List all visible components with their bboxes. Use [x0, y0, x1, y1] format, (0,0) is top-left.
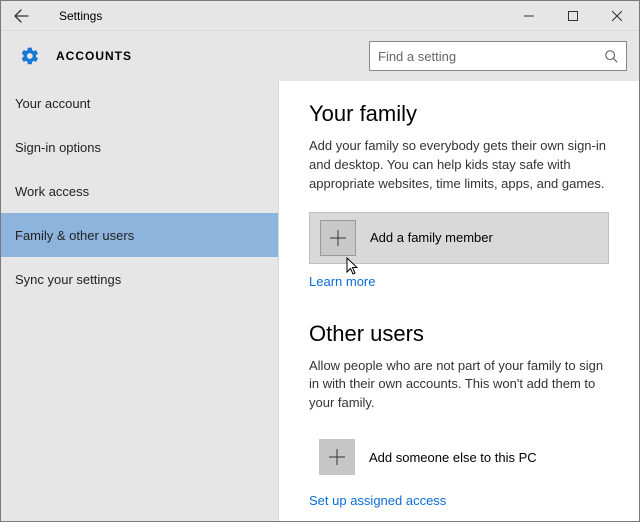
main-panel[interactable]: Your family Add your family so everybody… [279, 81, 639, 521]
settings-gear-icon [19, 45, 41, 67]
maximize-icon [568, 11, 578, 21]
close-icon [612, 11, 622, 21]
other-users-description: Allow people who are not part of your fa… [309, 357, 609, 414]
section-header-title: ACCOUNTS [56, 49, 132, 63]
sidebar-item-sync-settings[interactable]: Sync your settings [1, 257, 278, 301]
sidebar-item-label: Sync your settings [15, 272, 121, 287]
family-title: Your family [309, 101, 609, 127]
family-description: Add your family so everybody gets their … [309, 137, 609, 194]
sidebar: Your account Sign-in options Work access… [1, 81, 279, 521]
close-button[interactable] [595, 1, 639, 30]
sidebar-item-label: Family & other users [15, 228, 134, 243]
sidebar-item-family-other-users[interactable]: Family & other users [1, 213, 278, 257]
search-box[interactable] [369, 41, 627, 71]
back-button[interactable] [9, 4, 33, 28]
sidebar-item-work-access[interactable]: Work access [1, 169, 278, 213]
sidebar-item-your-account[interactable]: Your account [1, 81, 278, 125]
maximize-button[interactable] [551, 1, 595, 30]
plus-icon [320, 220, 356, 256]
window-controls [507, 1, 639, 30]
add-family-label: Add a family member [370, 230, 493, 245]
sidebar-item-signin-options[interactable]: Sign-in options [1, 125, 278, 169]
other-users-title: Other users [309, 321, 609, 347]
sidebar-item-label: Work access [15, 184, 89, 199]
settings-window: Settings ACCOUNTS Your account Sign-in [0, 0, 640, 522]
sidebar-item-label: Your account [15, 96, 90, 111]
sidebar-item-label: Sign-in options [15, 140, 101, 155]
plus-icon [319, 439, 355, 475]
minimize-icon [524, 11, 534, 21]
add-other-user-button[interactable]: Add someone else to this PC [309, 431, 609, 483]
search-icon [604, 49, 618, 63]
search-input[interactable] [378, 49, 604, 64]
add-other-label: Add someone else to this PC [369, 450, 537, 465]
content-body: Your account Sign-in options Work access… [1, 81, 639, 521]
add-family-member-button[interactable]: Add a family member [309, 212, 609, 264]
header-bar: ACCOUNTS [1, 31, 639, 81]
window-title: Settings [59, 9, 102, 23]
assigned-access-link[interactable]: Set up assigned access [309, 493, 446, 508]
titlebar: Settings [1, 1, 639, 31]
learn-more-link[interactable]: Learn more [309, 274, 375, 289]
minimize-button[interactable] [507, 1, 551, 30]
back-arrow-icon [13, 8, 29, 24]
